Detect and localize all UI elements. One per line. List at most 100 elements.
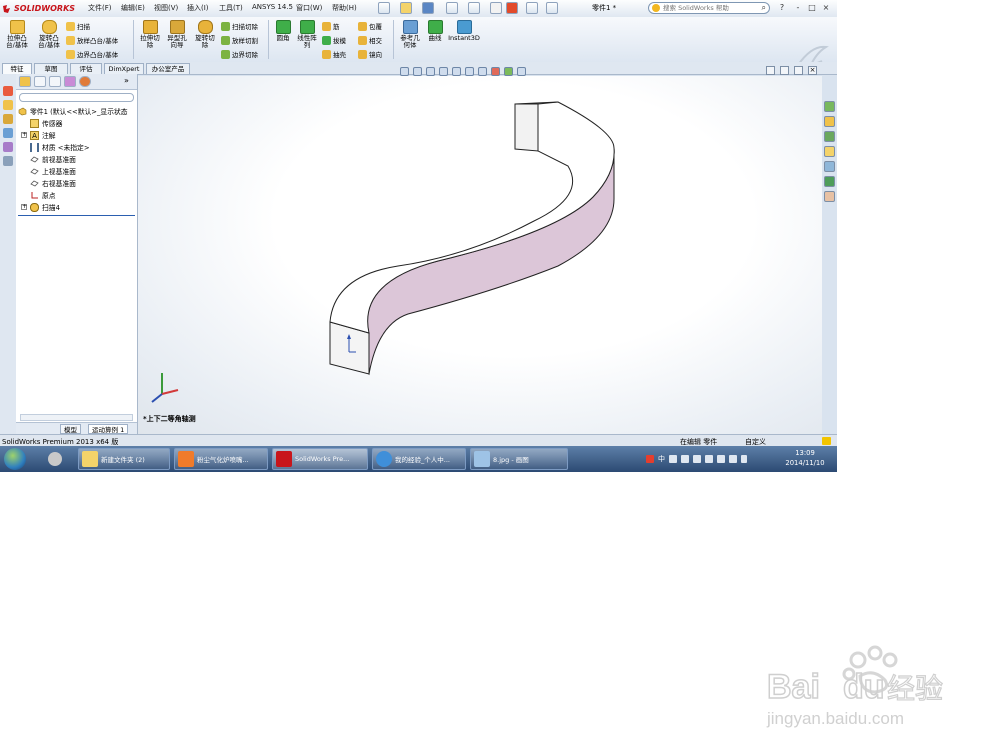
expand-icon[interactable]: + <box>21 132 27 138</box>
extrude-boss-button[interactable]: 拉伸凸 台/基体 <box>2 20 32 49</box>
notification-icon[interactable] <box>822 437 831 445</box>
menu-file[interactable]: 文件(F) <box>88 3 112 13</box>
draft-button[interactable]: 拔模 <box>322 34 346 46</box>
tab-evaluate[interactable]: 评估 <box>70 63 102 74</box>
tree-item-sensors[interactable]: 传感器 <box>30 117 62 129</box>
tab-sketch[interactable]: 草图 <box>34 63 68 74</box>
extrude-cut-button[interactable]: 拉伸切 除 <box>135 20 165 49</box>
resources-icon[interactable] <box>824 101 835 112</box>
swept-cut-button[interactable]: 扫描切除 <box>221 20 258 32</box>
task-solidworks[interactable]: SolidWorks Pre... <box>272 448 368 470</box>
input-method-icon[interactable] <box>646 455 654 463</box>
expand-icon[interactable]: + <box>21 204 27 210</box>
mirror-button[interactable]: 镜向 <box>358 48 382 60</box>
help-button[interactable]: ? <box>776 2 788 13</box>
menu-view[interactable]: 视图(V) <box>154 3 178 13</box>
show-hidden-icon[interactable] <box>741 455 747 463</box>
undo-icon[interactable] <box>468 2 480 14</box>
display-manager-tab-icon[interactable] <box>79 76 91 87</box>
tree-item-front-plane[interactable]: 前视基准面 <box>30 153 76 165</box>
save-icon[interactable] <box>422 2 434 14</box>
feature-tree-tab-icon[interactable] <box>19 76 31 87</box>
pinned-app-icon[interactable] <box>42 449 68 469</box>
tab-dimxpert[interactable]: DimXpert <box>104 63 144 74</box>
view-orientation-icon[interactable] <box>452 66 461 76</box>
loft-button[interactable]: 放样凸台/基体 <box>66 34 118 46</box>
display-style-icon[interactable] <box>465 66 474 76</box>
feature-icon[interactable] <box>3 142 13 152</box>
view-palette-icon[interactable] <box>824 161 835 172</box>
revolve-boss-button[interactable]: 旋转凸 台/基体 <box>34 20 64 49</box>
options-gear-icon[interactable] <box>546 2 558 14</box>
solidworks-logo[interactable]: SOLIDWORKS <box>2 2 75 15</box>
zoom-to-area-icon[interactable] <box>413 66 422 76</box>
revolve-cut-button[interactable]: 旋转切 除 <box>190 20 220 49</box>
minimize-button[interactable]: - <box>792 2 804 13</box>
linear-pattern-button[interactable]: 线性阵 列 <box>292 20 322 49</box>
boss-icon[interactable] <box>3 100 13 110</box>
menu-edit[interactable]: 编辑(E) <box>121 3 145 13</box>
tab-motion-study[interactable]: 运动算例 1 <box>88 424 129 434</box>
print-icon[interactable] <box>446 2 458 14</box>
horizontal-scrollbar[interactable] <box>20 414 133 421</box>
tree-item-right-plane[interactable]: 右视基准面 <box>30 177 76 189</box>
file-explorer-icon[interactable] <box>824 131 835 142</box>
menu-ansys[interactable]: ANSYS 14.5 <box>252 3 293 11</box>
lofted-cut-button[interactable]: 放样切割 <box>221 34 258 46</box>
open-folder-icon[interactable] <box>400 2 412 14</box>
viewport-tile-icon[interactable] <box>780 66 789 75</box>
view-settings-icon[interactable] <box>517 66 526 76</box>
tab-model[interactable]: 模型 <box>60 424 81 434</box>
input-language[interactable]: 中 <box>658 454 665 464</box>
part-model[interactable] <box>138 76 822 434</box>
previous-view-icon[interactable] <box>426 66 435 76</box>
help-search-box[interactable]: ⌕ <box>648 2 770 14</box>
plane-icon[interactable] <box>3 128 13 138</box>
shell-button[interactable]: 抽壳 <box>322 48 346 60</box>
custom-properties-icon[interactable] <box>824 191 835 202</box>
sweep-button[interactable]: 扫描 <box>66 20 90 32</box>
hide-show-items-icon[interactable] <box>478 66 487 76</box>
cut-icon[interactable] <box>3 114 13 124</box>
wrap-button[interactable]: 包覆 <box>358 20 382 32</box>
hole-wizard-button[interactable]: 异型孔 向导 <box>162 20 192 49</box>
moon-icon[interactable] <box>669 455 677 463</box>
tree-item-annotations[interactable]: + A 注解 <box>21 129 56 141</box>
menu-insert[interactable]: 插入(I) <box>187 3 209 13</box>
maximize-button[interactable]: □ <box>806 2 818 13</box>
punctuation-icon[interactable] <box>681 455 689 463</box>
task-browser[interactable]: 我的经验_个人中... <box>372 448 466 470</box>
file-properties-icon[interactable] <box>526 2 538 14</box>
clock[interactable]: 13:09 2014/11/10 <box>782 448 828 468</box>
property-manager-tab-icon[interactable] <box>34 76 46 87</box>
help-search-input[interactable] <box>663 3 753 13</box>
magnifier-icon[interactable]: ⌕ <box>762 4 766 12</box>
folder-icon[interactable] <box>824 146 835 157</box>
smart-dimension-icon[interactable] <box>3 86 13 96</box>
menu-help[interactable]: 帮助(H) <box>332 3 357 13</box>
viewport-close-icon[interactable]: × <box>808 66 817 75</box>
tab-features[interactable]: 特征 <box>2 63 32 74</box>
network-icon[interactable] <box>717 455 725 463</box>
viewport-maximize-icon[interactable] <box>794 66 803 75</box>
rib-button[interactable]: 筋 <box>322 20 340 32</box>
tree-item-top-plane[interactable]: 上视基准面 <box>30 165 76 177</box>
new-document-icon[interactable] <box>378 2 390 14</box>
boundary-cut-button[interactable]: 边界切除 <box>221 48 258 60</box>
tree-item-origin[interactable]: 原点 <box>30 189 56 201</box>
assembly-icon[interactable] <box>3 156 13 166</box>
graphics-area[interactable]: *上下二等角轴测 <box>138 76 822 434</box>
design-library-icon[interactable] <box>824 116 835 127</box>
select-cursor-icon[interactable] <box>490 2 502 14</box>
menu-tools[interactable]: 工具(T) <box>219 3 243 13</box>
task-document[interactable]: 粉尘气化炉喷嘴... <box>174 448 268 470</box>
volume-icon[interactable] <box>729 455 737 463</box>
tree-root[interactable]: 零件1 (默认<<默认>_显示状态 <box>18 105 128 117</box>
task-paint[interactable]: 8.jpg - 画图 <box>470 448 568 470</box>
viewport-restore-icon[interactable] <box>766 66 775 75</box>
boundary-boss-button[interactable]: 边界凸台/基体 <box>66 48 118 60</box>
tree-item-sweep4[interactable]: + 扫描4 <box>21 201 60 213</box>
apply-scene-icon[interactable] <box>504 66 513 76</box>
zoom-to-fit-icon[interactable] <box>400 66 409 76</box>
close-button[interactable]: × <box>820 2 832 13</box>
